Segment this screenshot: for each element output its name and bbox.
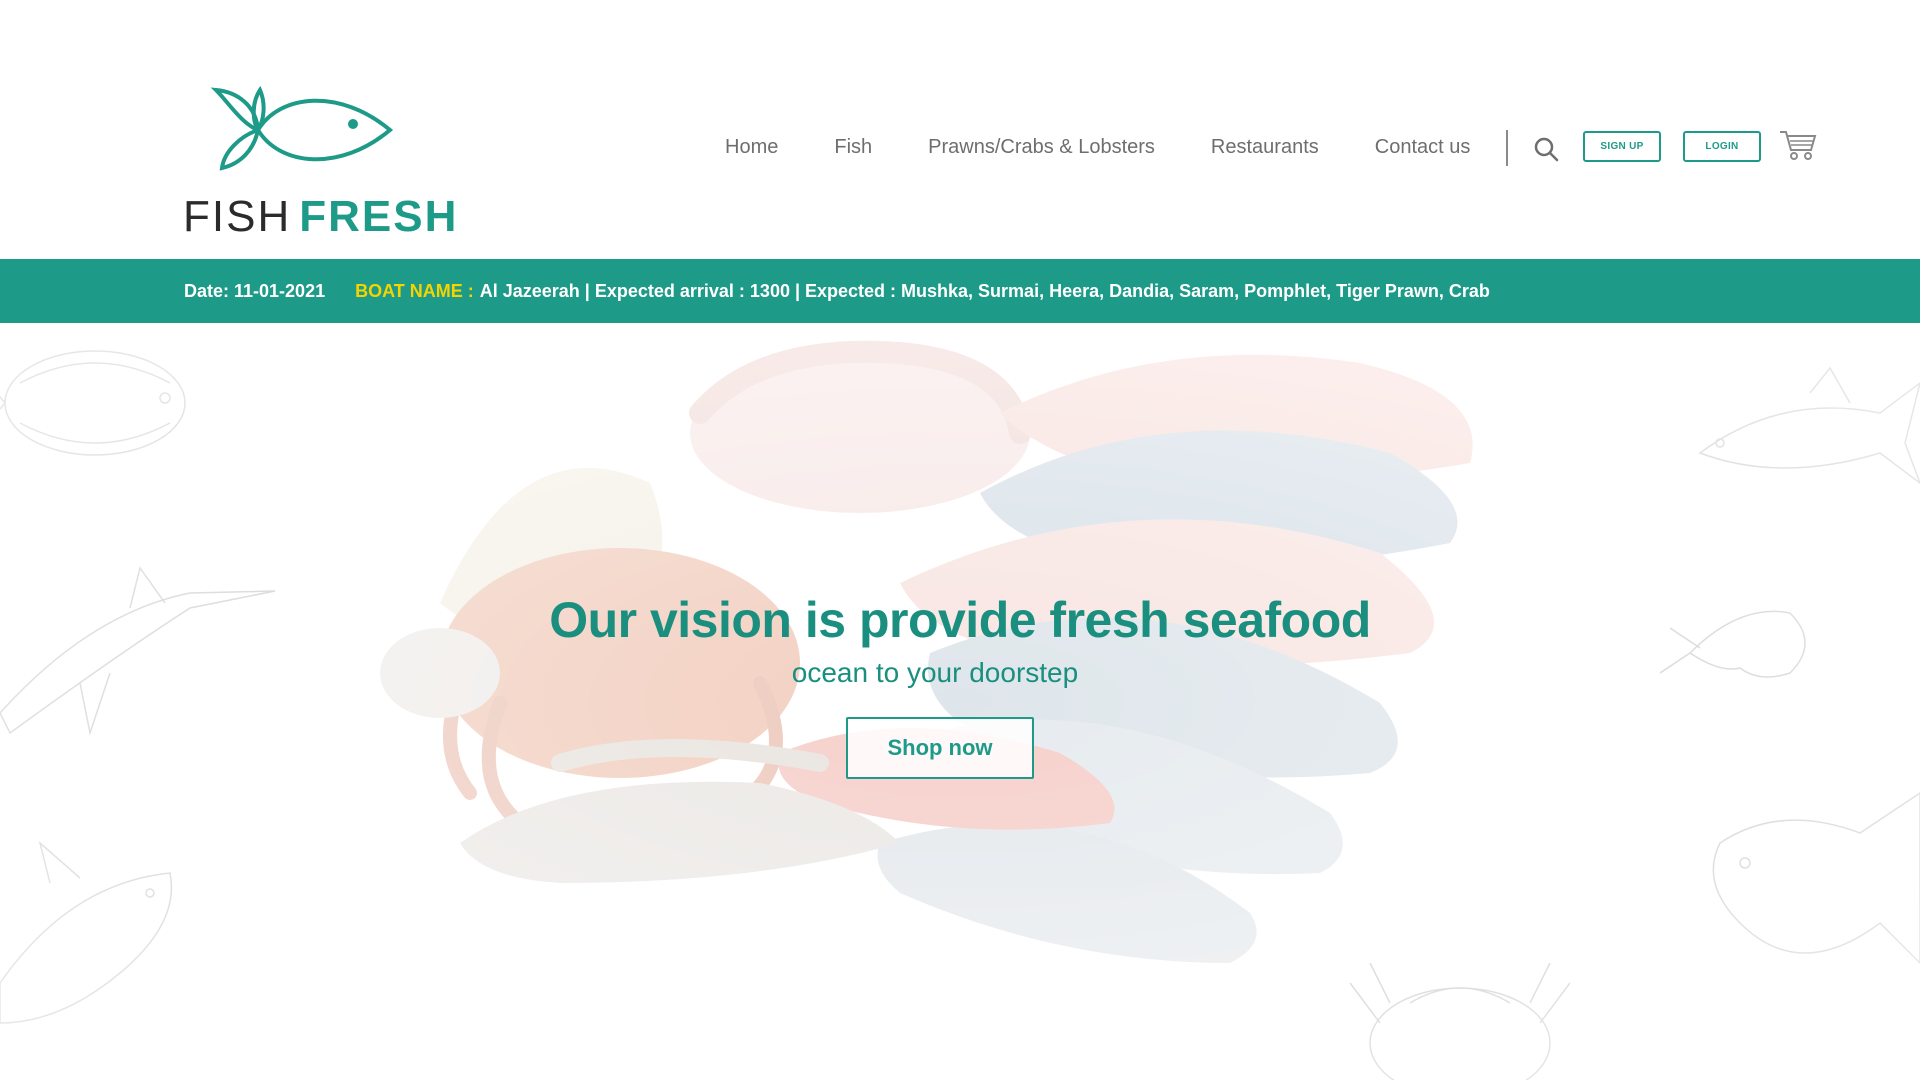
signup-button[interactable]: SIGN UP bbox=[1583, 131, 1661, 162]
main-nav: Home Fish Prawns/Crabs & Lobsters Restau… bbox=[725, 136, 1470, 159]
strip-boat-label: BOAT NAME : bbox=[355, 280, 474, 301]
nav-item-restaurants[interactable]: Restaurants bbox=[1211, 136, 1319, 159]
search-icon[interactable] bbox=[1533, 136, 1559, 162]
nav-divider bbox=[1506, 130, 1508, 166]
nav-item-prawns-crabs-lobsters[interactable]: Prawns/Crabs & Lobsters bbox=[928, 136, 1155, 159]
seafood-illustration bbox=[0, 323, 1920, 1080]
hero-subline: ocean to your doorstep bbox=[791, 657, 1079, 688]
brand-wordmark: FISH FRESH bbox=[183, 192, 458, 242]
hero-headline: Our vision is provide fresh seafood bbox=[549, 592, 1371, 648]
nav-item-fish[interactable]: Fish bbox=[834, 136, 872, 159]
boat-arrival-strip: Date: 11-01-2021 BOAT NAME : Al Jazeerah… bbox=[0, 259, 1920, 323]
nav-item-contact[interactable]: Contact us bbox=[1375, 136, 1471, 159]
hero-section: Our vision is provide fresh seafood ocea… bbox=[0, 323, 1920, 1080]
shop-now-button[interactable]: Shop now bbox=[846, 717, 1034, 779]
brand-word-fish: FISH bbox=[183, 192, 292, 241]
strip-date: Date: 11-01-2021 bbox=[184, 280, 326, 301]
brand-logo[interactable]: FISH FRESH bbox=[180, 84, 456, 244]
login-button[interactable]: LOGIN bbox=[1683, 131, 1761, 162]
fish-logo-icon bbox=[210, 85, 394, 171]
cart-icon[interactable] bbox=[1779, 128, 1817, 162]
strip-boat-info: Al Jazeerah | Expected arrival : 1300 | … bbox=[479, 280, 1490, 301]
site-header: FISH FRESH Home Fish Prawns/Crabs & Lobst… bbox=[0, 0, 1920, 259]
brand-word-fresh: FRESH bbox=[299, 192, 459, 241]
hero-text-block: Our vision is provide fresh seafood ocea… bbox=[0, 591, 1920, 689]
nav-item-home[interactable]: Home bbox=[725, 136, 778, 159]
